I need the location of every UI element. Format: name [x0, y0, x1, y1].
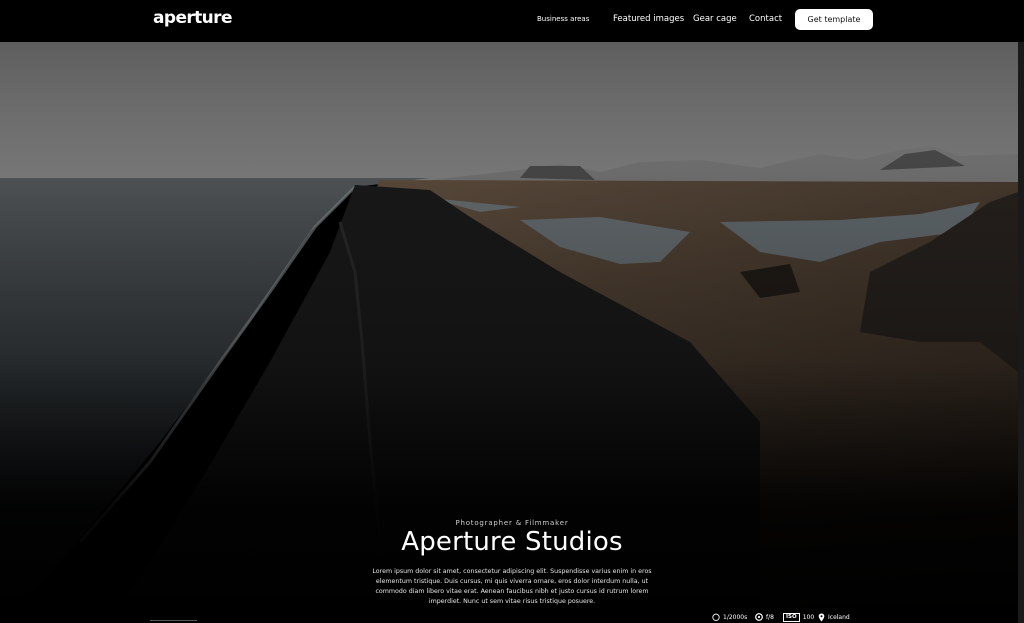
- exif-location: Iceland: [818, 612, 850, 622]
- get-template-button[interactable]: Get template: [795, 9, 873, 30]
- exif-aperture: f/8: [755, 612, 774, 622]
- nav-link-featured-images[interactable]: Featured images: [613, 14, 684, 24]
- navbar: aperture Business areas Featured images …: [0, 0, 1024, 42]
- exif-aperture-value: f/8: [766, 613, 774, 621]
- hero-title: Aperture Studios: [401, 527, 623, 557]
- exif-shutter: 1/2000s: [712, 612, 747, 622]
- divider: [150, 620, 197, 621]
- aperture-icon: [755, 613, 763, 621]
- nav-link-gear-cage[interactable]: Gear cage: [693, 14, 737, 24]
- exif-iso: ISO 100: [783, 612, 814, 622]
- exif-location-value: Iceland: [828, 613, 850, 621]
- exif-iso-value: 100: [802, 613, 815, 621]
- stopwatch-icon: [712, 613, 720, 621]
- exif-shutter-value: 1/2000s: [723, 613, 748, 621]
- iso-badge: ISO: [783, 612, 800, 622]
- nav-link-business-areas[interactable]: Business areas: [537, 15, 589, 23]
- page: aperture Business areas Featured images …: [0, 0, 1024, 623]
- hero-eyebrow: Photographer & Filmmaker: [455, 519, 569, 527]
- logo[interactable]: aperture: [153, 8, 233, 28]
- hero-description: Lorem ipsum dolor sit amet, consectetur …: [372, 568, 652, 605]
- nav-link-contact[interactable]: Contact: [749, 14, 782, 24]
- map-pin-icon: [818, 613, 825, 621]
